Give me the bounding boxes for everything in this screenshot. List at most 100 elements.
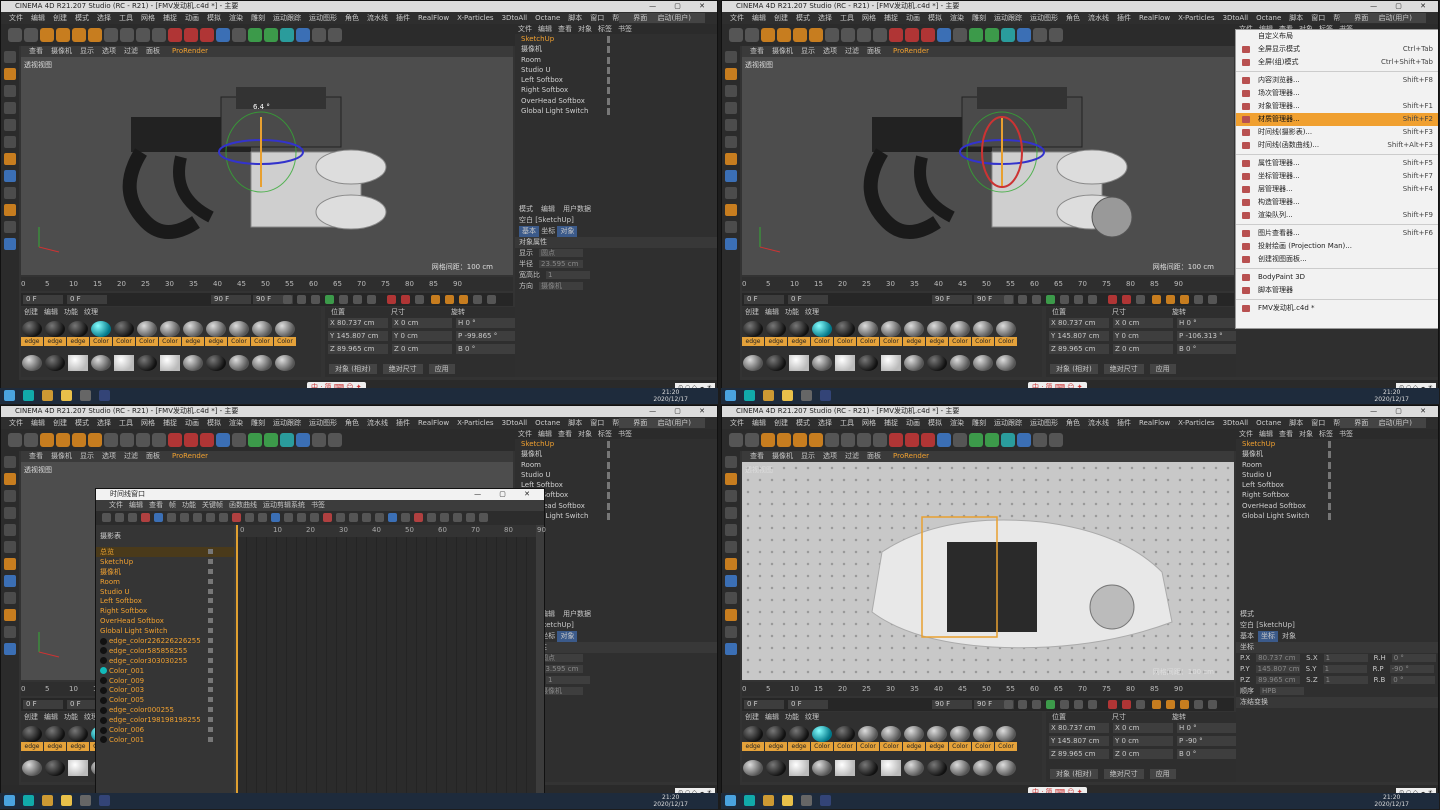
- attr-menu-tab[interactable]: 用户数据: [563, 205, 591, 213]
- menu-item[interactable]: Octane: [535, 14, 560, 22]
- menu-item[interactable]: 渲染: [950, 419, 964, 427]
- timeline-tool-icon[interactable]: [167, 513, 176, 522]
- size-y-field[interactable]: Y 0 cm: [1113, 331, 1173, 341]
- menu-item[interactable]: FMV发动机.c4d *: [1236, 302, 1438, 315]
- axis-mode-icon[interactable]: [4, 136, 16, 148]
- scale-key-icon[interactable]: [1166, 295, 1175, 304]
- material-swatch[interactable]: [972, 355, 994, 377]
- material-swatch[interactable]: [834, 760, 856, 782]
- visibility-dots[interactable]: [1328, 451, 1342, 458]
- viewport[interactable]: 透视视图 网格间距：100 cm: [742, 462, 1234, 680]
- timeline-menu-item[interactable]: 功能: [182, 501, 196, 509]
- menu-item[interactable]: 脚本: [1289, 14, 1303, 22]
- coord-field[interactable]: 1: [1323, 676, 1368, 684]
- next-frame-icon[interactable]: [1060, 700, 1069, 709]
- menu-item[interactable]: 运动图形: [1030, 419, 1058, 427]
- timeline-tool-icon[interactable]: [362, 513, 371, 522]
- redo-icon[interactable]: [745, 28, 759, 42]
- edges-mode-icon[interactable]: [4, 507, 16, 519]
- next-frame-icon[interactable]: [1060, 295, 1069, 304]
- track-row[interactable]: 摄像机: [96, 567, 234, 577]
- object-item[interactable]: Room: [515, 460, 717, 470]
- track-row[interactable]: Color_005: [96, 695, 234, 705]
- track-row[interactable]: Color_003: [96, 685, 234, 695]
- menu-item[interactable]: 脚本: [1289, 419, 1303, 427]
- coord-field[interactable]: 80.737 cm: [1256, 654, 1301, 662]
- undo-icon[interactable]: [729, 28, 743, 42]
- viewport-tab[interactable]: 摄像机: [51, 452, 72, 460]
- select-tool-icon[interactable]: [40, 28, 54, 42]
- material-swatch[interactable]: Color: [995, 321, 1017, 346]
- object-item[interactable]: Studio U: [1236, 470, 1438, 480]
- cube-icon[interactable]: [216, 28, 230, 42]
- c4d-icon[interactable]: [80, 390, 91, 401]
- visibility-dots[interactable]: [607, 36, 621, 42]
- solo-icon[interactable]: [725, 221, 737, 233]
- timeline-tool-icon[interactable]: [141, 513, 150, 522]
- track-toggle-icon[interactable]: [208, 598, 213, 604]
- material-swatch[interactable]: edge: [21, 321, 43, 346]
- material-swatch[interactable]: edge: [205, 321, 227, 346]
- visibility-dots[interactable]: [1328, 441, 1342, 447]
- camera-icon[interactable]: [1033, 433, 1047, 447]
- menu-item[interactable]: 脚本: [568, 14, 582, 22]
- pla-key-icon[interactable]: [1208, 700, 1217, 709]
- cloner-icon[interactable]: [985, 28, 999, 42]
- material-swatch[interactable]: [113, 355, 135, 377]
- material-swatch[interactable]: [903, 355, 925, 377]
- menu-item[interactable]: 创建: [53, 14, 67, 22]
- window-controls[interactable]: — ▢ ✕: [474, 489, 538, 500]
- material-swatch[interactable]: Color: [857, 321, 879, 346]
- timeline-tool-icon[interactable]: [219, 513, 228, 522]
- next-frame-icon[interactable]: [339, 295, 348, 304]
- track-row[interactable]: edge_color303030255: [96, 656, 234, 666]
- menu-item[interactable]: X-Particles: [457, 14, 493, 22]
- material-tab[interactable]: 功能: [785, 308, 799, 316]
- floor-icon[interactable]: [296, 28, 310, 42]
- viewport-tab[interactable]: 查看: [750, 452, 764, 460]
- orientation-select[interactable]: 摄像机: [539, 687, 583, 695]
- windows-start-icon[interactable]: [4, 390, 15, 401]
- material-swatch[interactable]: edge: [765, 726, 787, 751]
- track-row[interactable]: OverHead Softbox: [96, 616, 234, 626]
- timeline-menu-item[interactable]: 函数曲线: [229, 501, 257, 509]
- timeline-tool-icon[interactable]: [128, 513, 137, 522]
- menu-item[interactable]: 渲染队列... Shift+F9: [1236, 209, 1438, 222]
- cube-icon[interactable]: [937, 28, 951, 42]
- object-item[interactable]: Room: [1236, 460, 1438, 470]
- prev-key-icon[interactable]: [1018, 700, 1027, 709]
- timeline-tool-icon[interactable]: [323, 513, 332, 522]
- timeline-tool-icon[interactable]: [258, 513, 267, 522]
- polygons-mode-icon[interactable]: [4, 119, 16, 131]
- menu-item[interactable]: 场次管理器...: [1236, 87, 1438, 100]
- render-view-icon[interactable]: [168, 433, 182, 447]
- material-swatch[interactable]: [90, 355, 112, 377]
- workplane-icon[interactable]: [725, 575, 737, 587]
- menu-item[interactable]: 创建: [774, 419, 788, 427]
- menu-item[interactable]: 角色: [1066, 419, 1080, 427]
- timeline-window-ruler[interactable]: 0 10 20 30 40 50 60 70 80 90: [236, 525, 546, 537]
- keyframe-sel-icon[interactable]: [1136, 295, 1145, 304]
- windows-start-icon[interactable]: [725, 795, 736, 806]
- material-tab[interactable]: 编辑: [44, 713, 58, 721]
- object-manager-tab[interactable]: 对象: [578, 430, 592, 438]
- aspect-field[interactable]: 1: [546, 271, 590, 279]
- menu-item[interactable]: X-Particles: [1178, 419, 1214, 427]
- model-mode-icon[interactable]: [4, 51, 16, 63]
- viewport-tab[interactable]: 过滤: [124, 47, 138, 55]
- track-row[interactable]: SketchUp: [96, 557, 234, 567]
- start-frame-field[interactable]: 0 F: [788, 700, 828, 709]
- scale-tool-icon[interactable]: [793, 28, 807, 42]
- menu-item[interactable]: 捕捉: [163, 14, 177, 22]
- track-toggle-icon[interactable]: [208, 588, 213, 594]
- object-manager-tab[interactable]: 书签: [618, 25, 632, 33]
- menu-item[interactable]: RealFlow: [1139, 419, 1170, 427]
- menu-item[interactable]: 雕刻: [972, 14, 986, 22]
- track-row[interactable]: edge_color226226226255: [96, 636, 234, 646]
- menu-item[interactable]: X-Particles: [457, 419, 493, 427]
- x-axis-icon[interactable]: [825, 28, 839, 42]
- texture-mode-icon[interactable]: [4, 473, 16, 485]
- edges-mode-icon[interactable]: [725, 507, 737, 519]
- object-item[interactable]: Room: [515, 55, 717, 65]
- layout-select[interactable]: 界面 启动(用户): [619, 418, 705, 428]
